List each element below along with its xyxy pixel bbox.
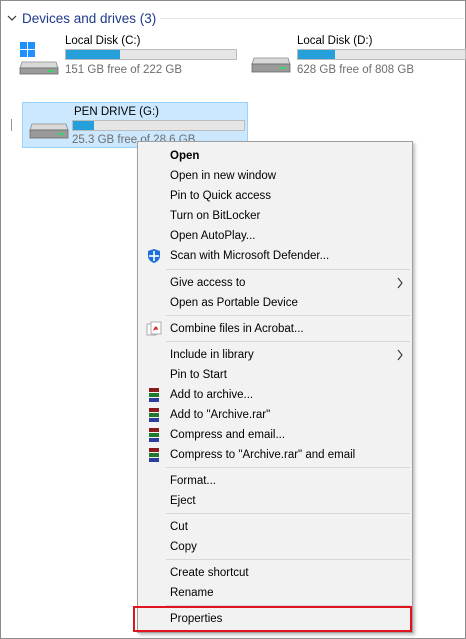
menu-item-scan-defender[interactable]: Scan with Microsoft Defender... [140,246,410,266]
menu-item-label: Rename [170,587,214,599]
drive-usage-bar [297,49,466,60]
menu-item-label: Format... [170,475,217,487]
caret-mark [11,119,12,131]
drive-free-space: 628 GB free of 808 GB [297,64,414,76]
menu-item-label: Combine files in Acrobat... [170,323,304,335]
winrar-icon [149,448,159,462]
menu-item-add-archive-rar[interactable]: Add to "Archive.rar" [140,405,410,425]
menu-item-include-library[interactable]: Include in library [140,345,410,365]
menu-item-label: Create shortcut [170,567,249,579]
menu-item-copy[interactable]: Copy [140,537,410,557]
chevron-right-icon [397,349,403,361]
drive-name: PEN DRIVE (G:) [74,106,159,118]
chevron-down-icon [7,15,17,21]
menu-item-add-archive[interactable]: Add to archive... [140,385,410,405]
menu-separator [166,467,410,468]
winrar-icon [149,428,159,442]
menu-item-label: Turn on BitLocker [170,210,261,222]
menu-item-rename[interactable]: Rename [140,583,410,603]
menu-separator [166,341,410,342]
context-menu: Open Open in new window Pin to Quick acc… [137,141,413,633]
menu-item-give-access[interactable]: Give access to [140,273,410,293]
menu-item-autoplay[interactable]: Open AutoPlay... [140,226,410,246]
properties-highlight-box [133,606,412,632]
menu-item-format[interactable]: Format... [140,471,410,491]
menu-item-label: Open in new window [170,170,277,182]
menu-item-create-shortcut[interactable]: Create shortcut [140,563,410,583]
menu-item-label: Compress and email... [170,429,286,441]
usb-drive-icon [28,118,70,149]
menu-item-open[interactable]: Open [140,146,410,166]
winrar-icon [149,388,159,402]
menu-item-compress-rar-email[interactable]: Compress to "Archive.rar" and email [140,445,410,465]
acrobat-icon [146,321,162,336]
drive-usage-bar [72,120,245,131]
hard-drive-icon [250,50,292,81]
menu-item-label: Eject [170,495,196,507]
menu-item-label: Include in library [170,349,254,361]
drive-name: Local Disk (D:) [297,35,373,47]
drive-usage-fill [73,121,94,130]
drive-usage-bar [65,49,237,60]
menu-item-label: Open as Portable Device [170,297,298,309]
drive-usage-fill [66,50,121,59]
menu-separator [166,269,410,270]
menu-item-open-portable[interactable]: Open as Portable Device [140,293,410,313]
menu-item-label: Scan with Microsoft Defender... [170,250,330,262]
menu-separator [166,513,410,514]
menu-item-combine-acrobat[interactable]: Combine files in Acrobat... [140,319,410,339]
menu-item-label: Add to archive... [170,389,254,401]
menu-item-label: Pin to Start [170,369,227,381]
menu-item-bitlocker[interactable]: Turn on BitLocker [140,206,410,226]
devices-section-header[interactable]: Devices and drives (3) [6,9,156,27]
menu-item-label: Compress to "Archive.rar" and email [170,449,356,461]
menu-item-label: Cut [170,521,188,533]
chevron-right-icon [397,277,403,289]
menu-item-label: Add to "Archive.rar" [170,409,271,421]
defender-shield-icon [148,249,160,263]
drive-free-space: 151 GB free of 222 GB [65,64,182,76]
menu-item-open-new-window[interactable]: Open in new window [140,166,410,186]
menu-item-label: Open AutoPlay... [170,230,256,242]
menu-item-eject[interactable]: Eject [140,491,410,511]
menu-item-pin-start[interactable]: Pin to Start [140,365,410,385]
drive-usage-fill [298,50,335,59]
windows-drive-icon [18,40,60,81]
menu-item-compress-email[interactable]: Compress and email... [140,425,410,445]
drive-name: Local Disk (C:) [65,35,141,47]
menu-item-pin-quick-access[interactable]: Pin to Quick access [140,186,410,206]
menu-separator [166,559,410,560]
menu-item-label: Copy [170,541,197,553]
menu-item-label: Pin to Quick access [170,190,271,202]
section-title: Devices and drives (3) [22,10,157,26]
menu-item-label: Open [170,150,200,162]
section-divider [160,18,464,19]
menu-item-label: Give access to [170,277,246,289]
menu-item-cut[interactable]: Cut [140,517,410,537]
winrar-icon [149,408,159,422]
menu-separator [166,315,410,316]
